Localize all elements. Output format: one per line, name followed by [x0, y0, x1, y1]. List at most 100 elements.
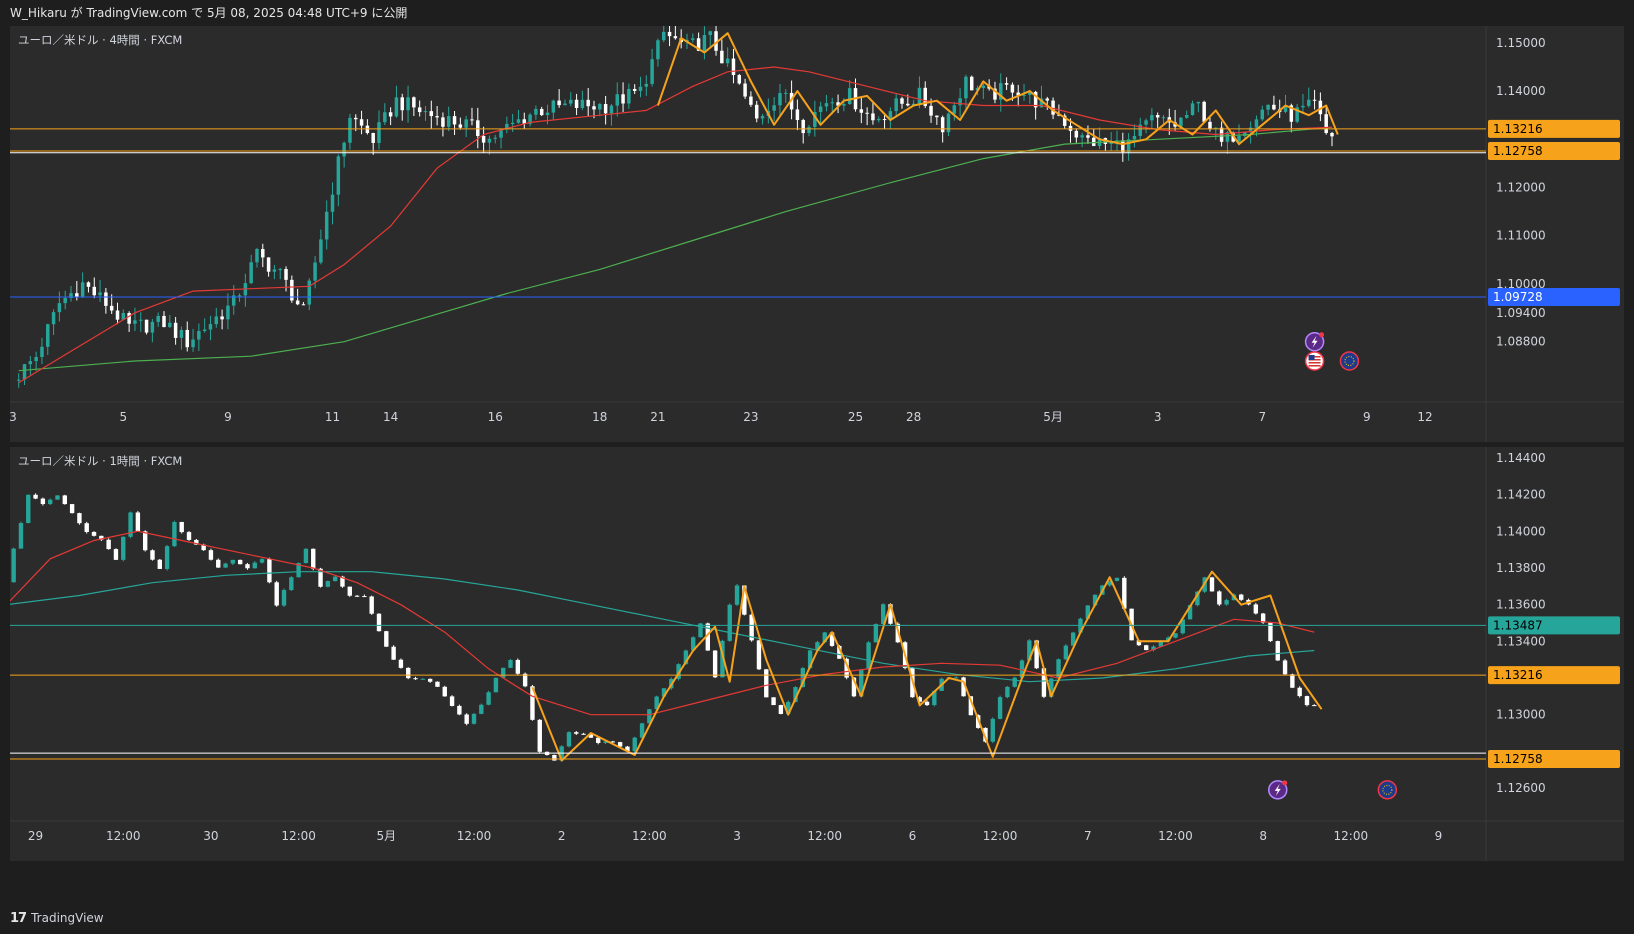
candle-body [866, 642, 871, 670]
price-label: 1.13216 [1488, 666, 1620, 685]
x-tick-label: 6 [909, 829, 917, 843]
candles [11, 493, 1317, 762]
candle-body [574, 99, 579, 108]
candle-body [84, 523, 89, 532]
y-tick-label: 1.12600 [1496, 781, 1546, 795]
candle-body [476, 120, 480, 136]
candle-body [208, 324, 213, 330]
candle-body [179, 329, 184, 338]
candle-body [566, 732, 572, 747]
candle-body [673, 36, 678, 39]
candle-body [756, 640, 762, 670]
candle-body [598, 104, 602, 110]
footer-branding[interactable]: 17 TradingView [10, 906, 104, 930]
x-tick-label: 12:00 [983, 829, 1018, 843]
x-tick-label: 30 [203, 829, 218, 843]
candle-body [150, 321, 155, 333]
price-label-text: 1.13216 [1493, 122, 1543, 136]
candle-body [882, 119, 887, 121]
candle-body [303, 548, 309, 564]
candle-body [319, 239, 323, 263]
candle-body [534, 108, 538, 115]
chart-panel-4h[interactable]: ユーロ／米ドル · 4時間 · FXCM 1.13216 1.12758 1.097… [10, 26, 1624, 442]
candle-body [261, 248, 265, 258]
candle-body [859, 109, 864, 113]
candle-body [11, 548, 16, 583]
candle-body [778, 705, 784, 714]
candles [16, 26, 1334, 388]
candle-body [342, 142, 346, 157]
candle-body [113, 549, 119, 560]
candle-body [1045, 98, 1050, 101]
chart-title: ユーロ／米ドル · 1時間 · FXCM [18, 454, 183, 468]
candle-body [1219, 127, 1224, 142]
candle-body [259, 559, 265, 563]
candle-body [487, 138, 492, 143]
candle-body [441, 117, 445, 127]
candle-body [1217, 591, 1222, 605]
candle-body [749, 96, 753, 105]
candle-body [586, 99, 590, 107]
flag-circle [1339, 351, 1360, 371]
candle-body [1297, 687, 1302, 697]
candle-body [940, 117, 945, 133]
candle-body [603, 104, 608, 114]
x-tick-label: 12:00 [106, 829, 141, 843]
candle-body [964, 76, 968, 99]
chart-title: ユーロ／米ドル · 4時間 · FXCM [18, 33, 183, 47]
candle-body [818, 106, 823, 112]
price-label: 1.13487 [1488, 616, 1620, 635]
flash-event-icon [1304, 331, 1325, 352]
candle-body [325, 581, 331, 587]
flash-event-icon [1268, 780, 1288, 800]
candle-body [77, 513, 82, 524]
candle-body [1005, 686, 1010, 698]
candle-body [795, 109, 800, 120]
candle-body [871, 113, 875, 121]
y-tick-label: 1.12000 [1496, 180, 1546, 194]
flag-stripe [1308, 365, 1321, 367]
candle-body [946, 113, 951, 133]
candle-body [731, 58, 736, 76]
candle-body [1161, 117, 1166, 119]
candle-body [580, 99, 585, 108]
candle-body [935, 115, 939, 118]
candle-body [371, 133, 375, 143]
y-tick-label: 1.08800 [1496, 335, 1546, 349]
candle-body [458, 124, 463, 128]
candle-body [1260, 109, 1265, 120]
candle-body [384, 631, 389, 647]
chart-panel-1h[interactable]: ユーロ／米ドル · 1時間 · FXCM 1.13487 1.13216 1.127… [10, 447, 1624, 861]
candle-body [847, 88, 852, 105]
y-tick-label: 1.13400 [1496, 634, 1546, 648]
candle-body [1196, 101, 1201, 104]
x-tick-label: 29 [28, 829, 43, 843]
price-label: 1.13216 [1488, 119, 1620, 138]
chart-1h-svg[interactable]: 1.13487 1.13216 1.12758 1.14400 1.14200 1.140… [10, 447, 1624, 861]
candle-body [369, 596, 374, 614]
candle-body [40, 498, 46, 505]
y-tick-label: 1.14000 [1496, 524, 1546, 538]
candle-body [1239, 594, 1244, 600]
candle-body [656, 40, 660, 60]
candle-body [91, 531, 97, 536]
candle-body [230, 559, 236, 564]
candle-body [712, 650, 718, 678]
x-tick-label: 3 [1154, 410, 1162, 424]
candle-body [18, 523, 24, 549]
candle-body [348, 117, 352, 143]
candle-body [330, 194, 335, 212]
candle-body [80, 282, 85, 297]
candle-body [1114, 577, 1120, 581]
x-tick-label: 18 [592, 410, 607, 424]
chart-4h-svg[interactable]: 1.13216 1.12758 1.09728 1.15000 1.14000 1.120… [10, 26, 1624, 442]
candle-body [249, 262, 253, 284]
candle-body [34, 356, 38, 362]
candle-body [954, 677, 959, 679]
candle-body [865, 112, 869, 114]
candle-body [877, 119, 881, 121]
candle-body [725, 58, 730, 64]
x-tick-label: 2 [558, 829, 566, 843]
candle-body [295, 300, 300, 305]
eu-flag-icon [1377, 780, 1398, 800]
